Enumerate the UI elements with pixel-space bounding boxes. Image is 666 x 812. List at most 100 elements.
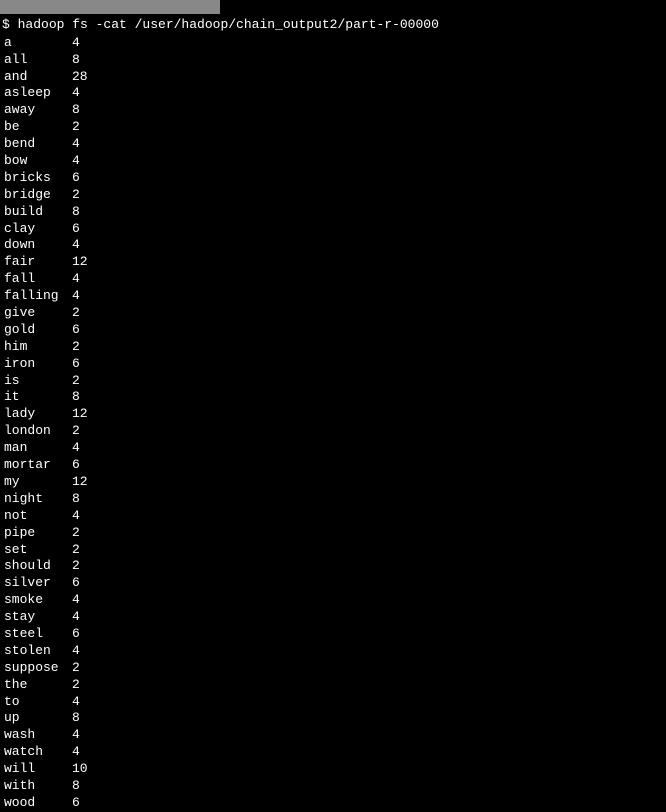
count-cell: 4 — [72, 643, 80, 660]
output-row: man4 — [0, 440, 666, 457]
count-cell: 2 — [72, 558, 80, 575]
output-row: silver6 — [0, 575, 666, 592]
output-row: set2 — [0, 542, 666, 559]
output-row: bricks6 — [0, 170, 666, 187]
word-cell: iron — [4, 356, 72, 373]
count-cell: 2 — [72, 373, 80, 390]
word-cell: it — [4, 389, 72, 406]
word-cell: stolen — [4, 643, 72, 660]
output-row: should2 — [0, 558, 666, 575]
count-cell: 6 — [72, 322, 80, 339]
count-cell: 4 — [72, 153, 80, 170]
word-cell: give — [4, 305, 72, 322]
output-row: night8 — [0, 491, 666, 508]
count-cell: 4 — [72, 694, 80, 711]
count-cell: 4 — [72, 609, 80, 626]
output-row: all8 — [0, 52, 666, 69]
command-text: hadoop fs -cat /user/hadoop/chain_output… — [18, 17, 439, 32]
output-row: bend4 — [0, 136, 666, 153]
word-cell: wash — [4, 727, 72, 744]
output-row: asleep4 — [0, 85, 666, 102]
word-cell: night — [4, 491, 72, 508]
output-row: wood6 — [0, 795, 666, 812]
output-row: the2 — [0, 677, 666, 694]
word-cell: smoke — [4, 592, 72, 609]
output-row: my12 — [0, 474, 666, 491]
count-cell: 4 — [72, 440, 80, 457]
output-row: iron6 — [0, 356, 666, 373]
word-cell: gold — [4, 322, 72, 339]
output-row: not4 — [0, 508, 666, 525]
word-cell: mortar — [4, 457, 72, 474]
output-row: falling4 — [0, 288, 666, 305]
count-cell: 12 — [72, 254, 88, 271]
word-cell: london — [4, 423, 72, 440]
count-cell: 2 — [72, 119, 80, 136]
command-output: a4all8and28asleep4away8be2bend4bow4brick… — [0, 34, 666, 812]
count-cell: 8 — [72, 52, 80, 69]
word-cell: will — [4, 761, 72, 778]
word-cell: bridge — [4, 187, 72, 204]
output-row: bow4 — [0, 153, 666, 170]
word-cell: and — [4, 69, 72, 86]
output-row: stolen4 — [0, 643, 666, 660]
shell-prompt: $ — [2, 17, 18, 32]
word-cell: bow — [4, 153, 72, 170]
word-cell: is — [4, 373, 72, 390]
output-row: suppose2 — [0, 660, 666, 677]
count-cell: 6 — [72, 795, 80, 812]
word-cell: should — [4, 558, 72, 575]
count-cell: 8 — [72, 491, 80, 508]
count-cell: 4 — [72, 85, 80, 102]
count-cell: 2 — [72, 187, 80, 204]
output-row: with8 — [0, 778, 666, 795]
count-cell: 4 — [72, 727, 80, 744]
word-cell: pipe — [4, 525, 72, 542]
word-cell: fair — [4, 254, 72, 271]
word-cell: stay — [4, 609, 72, 626]
word-cell: the — [4, 677, 72, 694]
word-cell: watch — [4, 744, 72, 761]
count-cell: 6 — [72, 575, 80, 592]
word-cell: wood — [4, 795, 72, 812]
output-row: give2 — [0, 305, 666, 322]
count-cell: 4 — [72, 744, 80, 761]
window-title-bar — [0, 0, 220, 14]
count-cell: 6 — [72, 221, 80, 238]
count-cell: 8 — [72, 102, 80, 119]
count-cell: 2 — [72, 423, 80, 440]
word-cell: him — [4, 339, 72, 356]
count-cell: 4 — [72, 288, 80, 305]
word-cell: clay — [4, 221, 72, 238]
word-cell: my — [4, 474, 72, 491]
output-row: watch4 — [0, 744, 666, 761]
output-row: stay4 — [0, 609, 666, 626]
output-row: build8 — [0, 204, 666, 221]
output-row: be2 — [0, 119, 666, 136]
command-line[interactable]: $ hadoop fs -cat /user/hadoop/chain_outp… — [0, 17, 439, 34]
count-cell: 6 — [72, 626, 80, 643]
count-cell: 4 — [72, 136, 80, 153]
output-row: steel6 — [0, 626, 666, 643]
word-cell: not — [4, 508, 72, 525]
output-row: down4 — [0, 237, 666, 254]
terminal-header: $ hadoop fs -cat /user/hadoop/chain_outp… — [0, 0, 666, 34]
count-cell: 6 — [72, 457, 80, 474]
output-row: gold6 — [0, 322, 666, 339]
word-cell: up — [4, 710, 72, 727]
word-cell: fall — [4, 271, 72, 288]
count-cell: 6 — [72, 356, 80, 373]
word-cell: away — [4, 102, 72, 119]
output-row: it8 — [0, 389, 666, 406]
word-cell: suppose — [4, 660, 72, 677]
output-row: bridge2 — [0, 187, 666, 204]
count-cell: 28 — [72, 69, 88, 86]
count-cell: 2 — [72, 542, 80, 559]
count-cell: 8 — [72, 710, 80, 727]
output-row: will10 — [0, 761, 666, 778]
word-cell: silver — [4, 575, 72, 592]
count-cell: 6 — [72, 170, 80, 187]
output-row: is2 — [0, 373, 666, 390]
output-row: pipe2 — [0, 525, 666, 542]
count-cell: 2 — [72, 305, 80, 322]
